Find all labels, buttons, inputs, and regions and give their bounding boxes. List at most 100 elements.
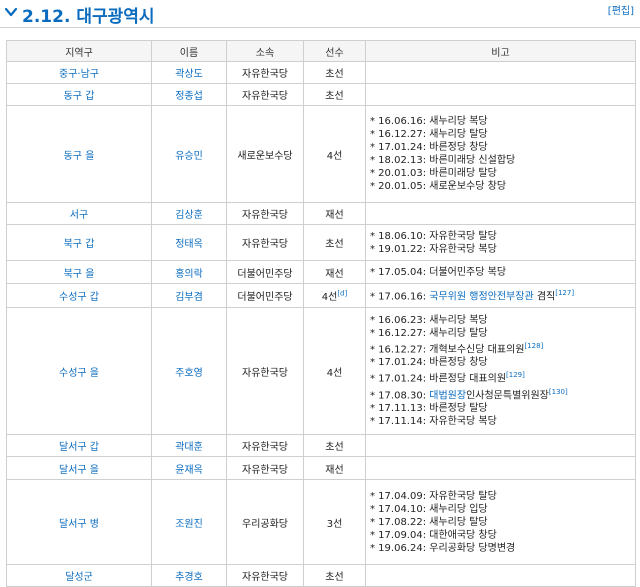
notes-cell [365,434,636,457]
terms-value: 4선 [326,367,343,379]
members-table: 지역구 이름 소속 선수 비고 중구·남구 곽상도 자유한국당 초선 동구 갑 정종섭 자유… [6,40,636,587]
note-text: * 17.08.22: 새누리당 탈당 [370,516,488,528]
member-name-link[interactable]: 곽대훈 [151,434,227,457]
terms-cell: 3선 [303,479,366,565]
note-item: * 17.04.10: 새누리당 입당 [370,503,631,516]
note-item: * 17.11.14: 자유한국당 복당 [370,415,631,428]
note-item: * 17.05.04: 더불어민주당 복당 [370,266,631,279]
terms-cell: 초선 [303,434,366,457]
terms-value: 재선 [325,210,344,221]
party-cell: 우리공화당 [226,479,304,565]
note-text: * 20.01.03: 바른미래당 탈당 [370,168,497,179]
district-link[interactable]: 수성구 을 [6,307,152,435]
note-item: * 20.01.03: 바른미래당 탈당 [370,167,631,180]
party-cell: 자유한국당 [226,83,304,106]
district-link[interactable]: 북구 을 [6,260,152,284]
note-text: * 16.06.16: 새누리당 복당 [370,116,488,127]
note-link[interactable]: 대법원장 [429,390,466,401]
section-divider [0,27,640,28]
notes-cell: * 17.04.09: 자유한국당 탈당 * 17.04.10: 새누리당 입당 *… [365,479,636,565]
member-name-link[interactable]: 정태옥 [151,224,227,261]
note-item: * 17.01.24: 바른정당 대표의원[129] [370,369,631,385]
notes-cell: * 16.06.23: 새누리당 복당 * 16.12.27: 새누리당 탈당 * … [365,307,636,435]
district-link[interactable]: 서구 [6,202,152,225]
district-link[interactable]: 달서구 병 [6,479,152,565]
note-text: * 16.12.27: 새누리당 탈당 [370,328,488,339]
terms-value: 초선 [325,91,344,102]
note-text: * 17.11.14: 자유한국당 복당 [370,415,497,427]
district-link[interactable]: 동구 갑 [6,83,152,106]
header-name: 이름 [151,40,227,62]
note-text: * 17.11.13: 바른정당 탈당 [370,402,488,414]
note-item: * 20.01.05: 새로운보수당 창당 [370,180,631,193]
note-item: * 16.06.23: 새누리당 복당 [370,314,631,327]
member-name-link[interactable]: 조원진 [151,479,227,565]
table-row: 중구·남구 곽상도 자유한국당 초선 [6,61,636,84]
terms-value: 재선 [325,464,344,476]
table-row: 수성구 갑 김부겸 더불어민주당 4선[d] * 17.06.16: 국무위원 행정안전… [6,283,636,308]
notes-cell [365,456,636,480]
table-row: 동구 갑 정종섭 자유한국당 초선 [6,83,636,106]
table-row: 달서구 병 조원진 우리공화당 3선 * 17.04.09: 자유한국당 탈당 * 17.… [6,479,636,565]
note-link[interactable]: 국무위원 행정안전부장관 [429,292,533,303]
note-text: * 18.02.13: 바른미래당 신설합당 [370,155,516,166]
note-text: * 18.06.10: 자유한국당 탈당 [370,230,497,242]
footnote-ref[interactable]: [d] [337,290,347,298]
terms-cell: 4선 [303,105,366,203]
district-link[interactable]: 동구 을 [6,105,152,203]
footnote-ref[interactable]: [129] [506,371,525,379]
member-name-link[interactable]: 정종섭 [151,83,227,106]
member-name-link[interactable]: 주호영 [151,307,227,435]
member-name-link[interactable]: 곽상도 [151,61,227,84]
terms-value: 4선 [321,292,338,303]
footnote-ref[interactable]: [127] [555,289,574,297]
footnote-ref[interactable]: [130] [549,388,568,396]
note-item: * 17.04.09: 자유한국당 탈당 [370,490,631,503]
district-link[interactable]: 수성구 갑 [6,283,152,308]
district-link[interactable]: 북구 갑 [6,224,152,261]
header-terms: 선수 [303,40,366,62]
member-name-link[interactable]: 김상훈 [151,202,227,225]
note-text: * 17.08.30: [370,389,430,401]
note-text: * 17.01.24: 바른정당 창당 [370,142,488,153]
terms-cell: 4선[d] [303,283,366,308]
note-item: * 17.09.04: 대한애국당 창당 [370,529,631,542]
member-name-link[interactable]: 유승민 [151,105,227,203]
chevron-down-icon[interactable] [4,5,18,19]
member-name-link[interactable]: 홍의락 [151,260,227,284]
terms-cell: 초선 [303,224,366,261]
party-cell: 자유한국당 [226,224,304,261]
note-item: * 17.06.16: 국무위원 행정안전부장관 겸직[127] [370,287,631,303]
notes-cell: * 18.06.10: 자유한국당 탈당 * 19.01.22: 자유한국당 복당 [365,224,636,261]
district-link[interactable]: 중구·남구 [6,61,152,84]
notes-cell [365,61,636,84]
district-link[interactable]: 달서구 을 [6,456,152,480]
note-text: * 17.01.24: 바른정당 창당 [370,357,488,369]
note-item: * 17.11.13: 바른정당 탈당 [370,402,631,415]
note-text: * 16.06.23: 새누리당 복당 [370,315,488,326]
notes-cell [365,202,636,225]
terms-value: 초선 [325,239,344,250]
table-row: 동구 을 유승민 새로운보수당 4선 * 16.06.16: 새누리당 복당 * 16.1… [6,105,636,203]
edit-link[interactable]: [편집] [608,2,634,17]
note-text: 인사청문특별위원장 [466,389,549,401]
party-cell: 새로운보수당 [226,105,304,203]
member-name-link[interactable]: 추경호 [151,564,227,587]
terms-cell: 초선 [303,61,366,84]
note-item: * 19.06.24: 우리공화당 당명변경 [370,542,631,555]
note-text: * 17.06.16: [370,291,430,303]
note-text: * 17.04.10: 새누리당 입당 [370,503,488,515]
district-link[interactable]: 달성군 [6,564,152,587]
note-item: * 18.06.10: 자유한국당 탈당 [370,230,631,243]
member-name-link[interactable]: 윤재옥 [151,456,227,480]
district-link[interactable]: 달서구 갑 [6,434,152,457]
party-cell: 자유한국당 [226,307,304,435]
member-name-link[interactable]: 김부겸 [151,283,227,308]
terms-value: 초선 [325,572,344,583]
table-row: 달서구 갑 곽대훈 자유한국당 초선 [6,434,636,457]
note-item: * 18.02.13: 바른미래당 신설합당 [370,154,631,167]
footnote-ref[interactable]: [128] [524,342,543,350]
terms-value: 재선 [325,268,344,280]
note-item: * 17.08.22: 새누리당 탈당 [370,516,631,529]
note-text: * 16.12.27: 새누리당 탈당 [370,129,488,140]
